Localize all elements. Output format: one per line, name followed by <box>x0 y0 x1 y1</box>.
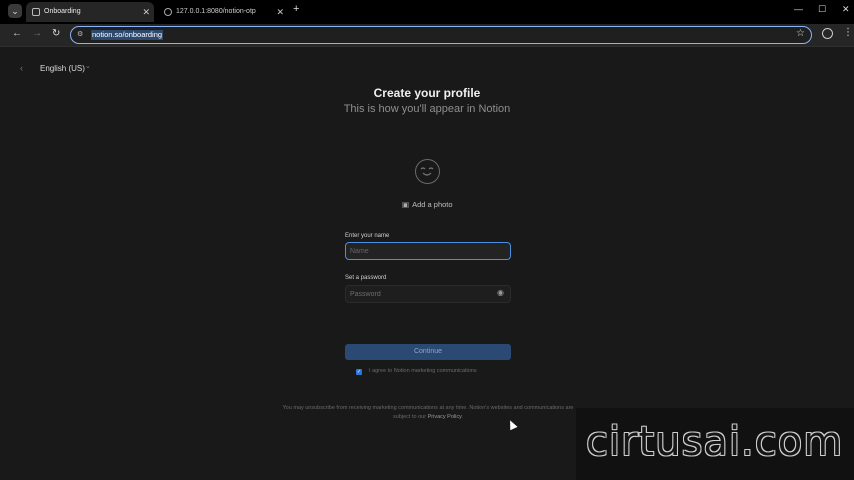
smiley-face-icon <box>420 167 434 176</box>
name-input[interactable] <box>345 242 511 260</box>
add-photo-button[interactable]: ▣ Add a photo <box>402 200 453 209</box>
page-subtitle: This is how you'll appear in Notion <box>343 103 511 115</box>
page-title: Create your profile <box>373 86 481 100</box>
maximize-icon[interactable]: ☐ <box>818 4 826 15</box>
add-photo-label: Add a photo <box>412 200 453 209</box>
back-arrow-icon[interactable]: ← <box>12 28 22 39</box>
tab-notion-otp[interactable]: 127.0.0.1:8080/notion-otp ✕ <box>158 2 288 22</box>
image-icon: ▣ <box>402 200 410 209</box>
close-tab-icon[interactable]: ✕ <box>276 2 284 22</box>
address-bar[interactable]: ⚙ notion.so/onboarding ☆ <box>70 26 812 44</box>
name-label: Enter your name <box>345 233 390 239</box>
password-input[interactable] <box>345 285 511 303</box>
globe-icon <box>164 8 172 16</box>
avatar-placeholder[interactable] <box>415 159 440 184</box>
site-settings-icon[interactable]: ⚙ <box>77 30 83 38</box>
watermark-text: cirtusai.com <box>586 419 844 465</box>
language-selector[interactable]: English (US) <box>40 64 85 73</box>
star-icon[interactable]: ☆ <box>796 28 805 39</box>
minimize-icon[interactable]: — <box>794 4 803 14</box>
marketing-checkbox-label: I agree to Notion marketing communicatio… <box>369 368 477 374</box>
fine-print-end: . <box>461 413 463 420</box>
profile-icon[interactable] <box>822 28 833 39</box>
url-text[interactable]: notion.so/onboarding <box>91 30 164 40</box>
forward-arrow-icon[interactable]: → <box>32 28 42 39</box>
tab-title: 127.0.0.1:8080/notion-otp <box>176 8 256 15</box>
new-tab-button[interactable]: + <box>293 3 299 15</box>
back-chevron-icon[interactable]: ‹ <box>20 63 23 73</box>
tab-title: Onboarding <box>44 8 81 15</box>
tab-strip: ⌄ Onboarding ✕ 127.0.0.1:8080/notion-otp… <box>0 0 854 24</box>
marketing-checkbox[interactable]: ✓ <box>356 369 362 375</box>
reload-icon[interactable]: ↻ <box>52 28 60 39</box>
password-label: Set a password <box>345 275 387 281</box>
eye-icon[interactable]: ◉ <box>497 288 504 297</box>
privacy-policy-link[interactable]: Privacy Policy <box>428 414 462 420</box>
fine-print: You may unsubscribe from receiving marke… <box>280 404 576 421</box>
chevron-down-icon[interactable]: ⌄ <box>8 4 22 18</box>
chevron-down-icon[interactable]: ⌄ <box>85 62 91 70</box>
close-tab-icon[interactable]: ✕ <box>142 2 150 22</box>
notion-favicon-icon <box>32 8 40 16</box>
close-window-icon[interactable]: ✕ <box>842 4 850 15</box>
tab-onboarding[interactable]: Onboarding ✕ <box>26 2 154 22</box>
continue-button[interactable]: Continue <box>345 344 511 360</box>
kebab-menu-icon[interactable]: ⋮ <box>843 27 853 38</box>
browser-toolbar: ← → ↻ ⚙ notion.so/onboarding ☆ <box>0 24 854 47</box>
